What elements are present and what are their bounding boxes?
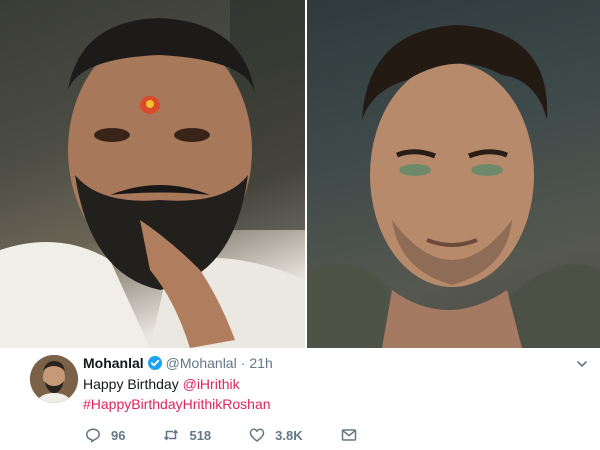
left-photo-illustration xyxy=(0,0,305,348)
retweet-count: 518 xyxy=(189,427,212,443)
hashtag-link[interactable]: #HappyBirthdayHrithikRoshan xyxy=(83,396,271,412)
reply-count: 96 xyxy=(111,427,126,443)
tweet-text: Happy Birthday xyxy=(83,376,183,392)
left-photo xyxy=(0,0,305,348)
like-button[interactable]: 3.8K xyxy=(249,427,303,443)
photo-collage xyxy=(0,0,600,348)
like-count: 3.8K xyxy=(275,427,303,443)
separator-dot: · xyxy=(240,355,246,371)
tweet-text-line-1: Happy Birthday @iHrithik xyxy=(83,376,240,392)
mail-icon xyxy=(341,429,356,441)
reply-icon xyxy=(86,428,100,443)
verified-badge-icon xyxy=(147,356,162,370)
tweet-header: Mohanlal @Mohanlal · 21h xyxy=(83,354,273,372)
mention-link[interactable]: @iHrithik xyxy=(183,376,240,392)
right-photo-illustration xyxy=(307,25,600,348)
tweet-actions: 96 518 3.8K xyxy=(85,425,395,445)
avatar-portrait xyxy=(30,355,78,403)
user-handle[interactable]: @Mohanlal xyxy=(166,355,237,371)
right-photo xyxy=(307,0,600,348)
tweet-timestamp[interactable]: 21h xyxy=(249,355,272,371)
heart-icon xyxy=(249,428,265,442)
display-name[interactable]: Mohanlal xyxy=(83,355,144,371)
direct-message-button[interactable] xyxy=(341,427,357,443)
tweet-text-line-2: #HappyBirthdayHrithikRoshan xyxy=(83,396,271,412)
reply-button[interactable]: 96 xyxy=(85,427,125,443)
chevron-down-icon[interactable] xyxy=(576,357,588,369)
retweet-button[interactable]: 518 xyxy=(163,427,211,443)
avatar[interactable] xyxy=(30,355,78,403)
retweet-icon xyxy=(164,429,179,441)
